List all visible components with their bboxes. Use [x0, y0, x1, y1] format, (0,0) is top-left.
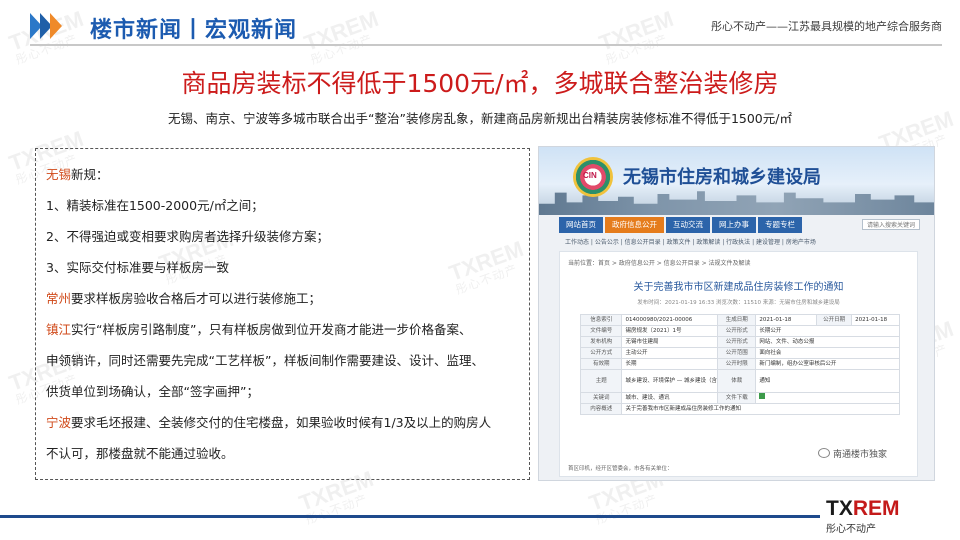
text-line: 1、精装标准在1500-2000元/㎡之间； [46, 190, 519, 221]
text-line: 不认可，那楼盘就不能通过验收。 [46, 438, 519, 469]
chevron-arrows-icon [30, 13, 62, 39]
site-nav-item[interactable]: 网上办事 [712, 217, 756, 233]
table-row: 有效期 长期 公开时限 新门编制，组办公室审核后公开 [579, 358, 900, 370]
site-nav-item[interactable]: 互动交流 [666, 217, 710, 233]
table-cell: 公开范围 [717, 347, 757, 359]
notice-title: 关于完善我市市区新建成品住房装修工作的通知 [633, 282, 844, 293]
table-row: 公开方式 主动公开 公开范围 面向社会 [579, 347, 900, 359]
table-cell: 公开形式 [717, 336, 757, 348]
wechat-icon [818, 448, 830, 458]
table-cell: 公开日期 [816, 314, 853, 326]
text-line: 宁波要求毛坯报建、全装修交付的住宅楼盘，如果验收时候有1/3及以上的购房人 [46, 407, 519, 438]
table-cell: 发布机构 [579, 336, 623, 348]
site-nav-item[interactable]: 专题专栏 [758, 217, 802, 233]
line-text: 1、精装标准在1500-2000元/㎡之间； [46, 198, 264, 213]
site-nav: 网站首页 政府信息公开 互动交流 网上办事 专题专栏 [559, 217, 802, 233]
table-cell: 有效期 [579, 358, 623, 370]
table-cell: 014000980/2021-00006 [621, 314, 719, 326]
table-row: 内容概述 关于完善我市市区新建成品住房装修工作的通知 [579, 403, 900, 415]
line-text: 实行“样板房引路制度”，只有样板房做到位开发商才能进一步价格备案、 [71, 322, 472, 337]
table-cell: 体裁 [717, 369, 757, 393]
text-line: 无锡新规： [46, 159, 519, 190]
download-icon[interactable] [759, 393, 766, 399]
site-logo-text: CIN [583, 171, 597, 180]
city-name: 常州 [46, 291, 72, 306]
table-cell: 锡房规发〔2021〕1号 [621, 325, 719, 337]
brand-logo: TXREM [826, 497, 900, 521]
table-cell: 城市、建设、通讯 [621, 392, 719, 404]
line-text: 要求毛坯报建、全装修交付的住宅楼盘，如果验收时候有1/3及以上的购房人 [71, 415, 492, 430]
notice-info-table: 信息索引 014000980/2021-00006 生成日期 2021-01-1… [579, 314, 900, 415]
download-icon-cell[interactable] [755, 392, 900, 404]
text-line: 申领销许，同时还需要先完成“工艺样板”，样板间制作需要建设、设计、监理、 [46, 345, 519, 376]
table-cell: 信息索引 [579, 314, 623, 326]
credit-text: 南通楼市独家 [833, 450, 888, 460]
table-cell: 面向社会 [755, 347, 900, 359]
line-text: 申领销许，同时还需要先完成“工艺样板”，样板间制作需要建设、设计、监理、 [46, 353, 484, 368]
table-row: 主题 城乡建设、环境保护 — 城乡建设（含住房） 体裁 通知 [579, 369, 900, 393]
page-title: 楼市新闻丨宏观新闻 [90, 18, 298, 43]
site-nav-item[interactable]: 网站首页 [559, 217, 603, 233]
company-slogan: 彤心不动产——江苏最具规模的地产综合服务商 [711, 20, 942, 33]
policy-textbox: 无锡新规： 1、精装标准在1500-2000元/㎡之间； 2、不得强迫或变相要求… [35, 148, 530, 480]
city-name: 宁波 [46, 415, 72, 430]
header-divider [30, 44, 942, 46]
site-banner: CIN 无锡市住房和城乡建设局 [539, 147, 934, 215]
line-text: 3、实际交付标准要与样板房一致 [46, 260, 229, 275]
table-cell: 文件下载 [717, 392, 757, 404]
website-screenshot: CIN 无锡市住房和城乡建设局 网站首页 政府信息公开 互动交流 网上办事 专题… [538, 146, 935, 481]
source-credit: 南通楼市独家 [818, 447, 887, 460]
brand-name-a: TX [826, 497, 853, 520]
brand-name-b: REM [852, 497, 900, 520]
table-cell: 网站、文件、动态公报 [755, 336, 900, 348]
table-cell: 生成日期 [717, 314, 757, 326]
table-cell: 2021-01-18 [851, 314, 900, 326]
line-text: 要求样板房验收合格后才可以进行装修施工； [71, 291, 322, 306]
subtitle: 无锡、南京、宁波等多城市联合出手“整治”装修房乱象，新建商品房新规出台精装房装修… [168, 111, 792, 126]
table-cell: 长期 [621, 358, 719, 370]
line-text: 新规： [71, 167, 109, 182]
article-body-start: 首区印机，经开区管委会，市各有关单位： [568, 466, 673, 472]
line-text: 2、不得强迫或变相要求购房者选择升级装修方案； [46, 229, 329, 244]
site-article: 当前位置：首页 > 政府信息公开 > 信息公开目录 > 法规文件及解读 关于完善… [559, 251, 918, 477]
site-title: 无锡市住房和城乡建设局 [623, 167, 821, 188]
text-line: 2、不得强迫或变相要求购房者选择升级装修方案； [46, 221, 519, 252]
line-text: 供货单位到场确认，全部“签字画押”； [46, 384, 259, 399]
notice-meta: 发布时间：2021-01-19 16:33 浏览次数：11510 来源：无锡市住… [637, 300, 840, 306]
slide-header: 楼市新闻丨宏观新闻 彤心不动产——江苏最具规模的地产综合服务商 [0, 0, 960, 56]
line-text: 不认可，那楼盘就不能通过验收。 [46, 446, 234, 461]
table-cell: 新门编制，组办公室审核后公开 [755, 358, 900, 370]
text-line: 3、实际交付标准要与样板房一致 [46, 252, 519, 283]
table-row: 发布机构 无锡市住建局 公开形式 网站、文件、动态公报 [579, 336, 900, 348]
table-cell: 无锡市住建局 [621, 336, 719, 348]
site-nav-item-active[interactable]: 政府信息公开 [605, 217, 664, 233]
breadcrumb: 当前位置：首页 > 政府信息公开 > 信息公开目录 > 法规文件及解读 [568, 260, 751, 267]
table-row: 信息索引 014000980/2021-00006 生成日期 2021-01-1… [579, 314, 900, 326]
table-cell: 主动公开 [621, 347, 719, 359]
table-cell: 内容概述 [579, 403, 623, 415]
brand-subtitle: 彤心不动产 [826, 524, 876, 535]
text-line: 常州要求样板房验收合格后才可以进行装修施工； [46, 283, 519, 314]
footer-bar [0, 515, 820, 518]
site-search-input[interactable]: 请输入搜索关键词 [862, 219, 920, 230]
table-cell: 主题 [579, 369, 623, 393]
table-cell: 关键词 [579, 392, 623, 404]
main-title: 商品房装标不得低于1500元/㎡，多城联合整治装修房 [181, 69, 779, 98]
table-row: 关键词 城市、建设、通讯 文件下载 [579, 392, 900, 404]
table-cell: 公开形式 [717, 325, 757, 337]
table-cell: 公开时限 [717, 358, 757, 370]
table-row: 文件编号 锡房规发〔2021〕1号 公开形式 长期公开 [579, 325, 900, 337]
text-line: 供货单位到场确认，全部“签字画押”； [46, 376, 519, 407]
table-cell: 通知 [755, 369, 900, 393]
text-line: 镇江实行“样板房引路制度”，只有样板房做到位开发商才能进一步价格备案、 [46, 314, 519, 345]
table-cell: 文件编号 [579, 325, 623, 337]
site-subnav: 工作动态 | 公告公示 | 信息公开目录 | 政策文件 | 政策解读 | 行政执… [565, 239, 816, 246]
city-name: 镇江 [46, 322, 72, 337]
table-cell: 长期公开 [755, 325, 900, 337]
table-cell: 城乡建设、环境保护 — 城乡建设（含住房） [621, 369, 719, 393]
city-name: 无锡 [46, 167, 72, 182]
table-cell: 公开方式 [579, 347, 623, 359]
table-cell: 关于完善我市市区新建成品住房装修工作的通知 [621, 403, 900, 415]
table-cell: 2021-01-18 [755, 314, 818, 326]
